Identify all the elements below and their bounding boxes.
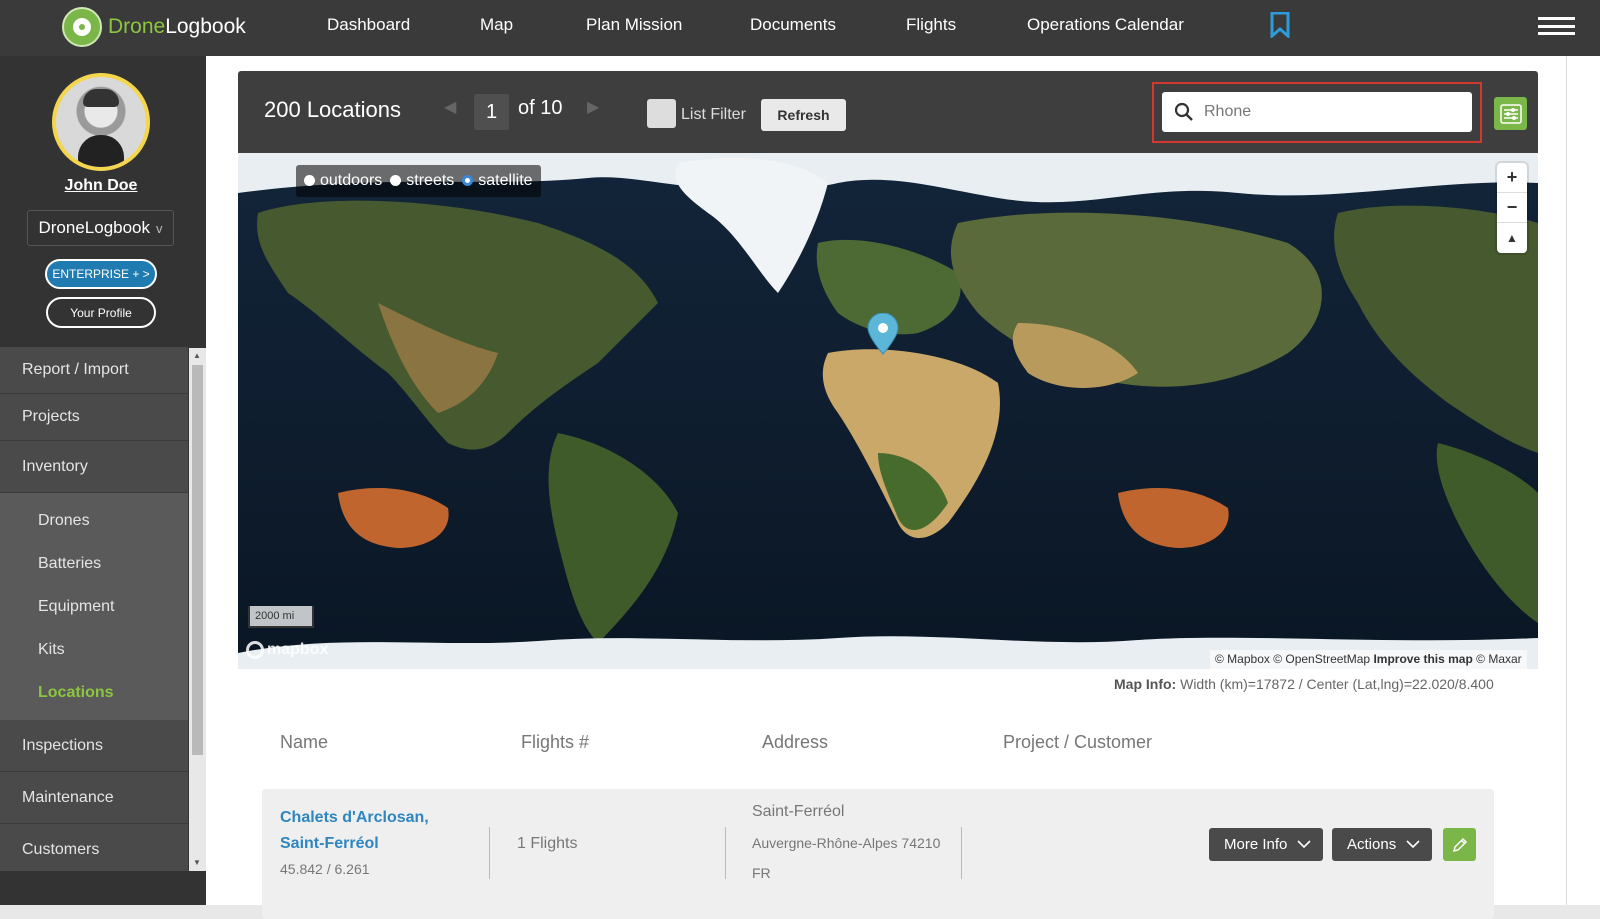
map-info-label: Map Info: (1114, 676, 1177, 692)
map-zoom-controls: + − ▲ (1497, 163, 1527, 253)
sidebar-item-report-import[interactable]: Report / Import (0, 347, 188, 394)
sidebar-item-projects[interactable]: Projects (0, 394, 188, 441)
bookmark-icon[interactable] (1270, 12, 1290, 38)
locations-count: 200 Locations (264, 97, 401, 122)
col-header-flights[interactable]: Flights # (521, 732, 589, 753)
map-style-switcher: outdoors streets satellite (296, 165, 541, 197)
style-streets-option[interactable]: streets (390, 172, 454, 190)
chevron-down-icon (1297, 840, 1311, 849)
style-outdoors-option[interactable]: outdoors (304, 172, 382, 190)
next-page-icon[interactable]: ▶ (587, 97, 599, 117)
table-row: Chalets d'Arclosan, Saint-Ferréol 45.842… (262, 789, 1494, 919)
avatar[interactable] (52, 73, 150, 171)
edit-location-button[interactable] (1443, 828, 1476, 861)
nav-operations-calendar[interactable]: Operations Calendar (1027, 0, 1184, 50)
sidebar-item-batteries[interactable]: Batteries (0, 542, 188, 585)
col-header-project-customer[interactable]: Project / Customer (1003, 732, 1152, 753)
col-header-name[interactable]: Name (280, 732, 328, 753)
enterprise-plan-button[interactable]: ENTERPRISE + > (45, 259, 157, 289)
org-selector-value: DroneLogbook (38, 218, 151, 237)
top-navbar: DroneLogbook Dashboard Map Plan Mission … (0, 0, 1600, 56)
org-selector[interactable]: DroneLogbook v (27, 210, 174, 246)
sliders-icon (1499, 103, 1522, 124)
radio-outdoors[interactable] (304, 175, 315, 187)
sidebar-item-inspections[interactable]: Inspections (0, 720, 188, 772)
address-country: FR (752, 865, 771, 881)
attribution-mapbox-osm[interactable]: © Mapbox © OpenStreetMap (1215, 652, 1370, 666)
pencil-icon (1452, 837, 1467, 852)
improve-map-link[interactable]: Improve this map (1373, 652, 1472, 666)
scroll-up-icon[interactable]: ▲ (193, 351, 201, 360)
search-field[interactable] (1162, 92, 1472, 132)
main-content: 200 Locations ◀ 1 of 10 ▶ List Filter Re… (206, 56, 1600, 919)
address-city: Saint-Ferréol (752, 803, 845, 820)
locations-toolbar: 200 Locations ◀ 1 of 10 ▶ List Filter Re… (238, 71, 1538, 153)
chevron-down-icon (1406, 840, 1420, 849)
zoom-out-button[interactable]: − (1497, 193, 1527, 223)
sidebar-item-inventory[interactable]: Inventory (0, 441, 188, 493)
sidebar-scrollbar[interactable]: ▲ ▼ (189, 348, 206, 871)
list-filter-label: List Filter (681, 106, 746, 123)
sidebar-item-kits[interactable]: Kits (0, 628, 188, 671)
page-total: of 10 (518, 97, 563, 119)
app-logo[interactable]: DroneLogbook (62, 6, 246, 48)
inventory-submenu: Drones Batteries Equipment Kits Location… (0, 493, 188, 720)
style-satellite-option[interactable]: satellite (462, 172, 533, 190)
list-filter-checkbox[interactable] (647, 99, 676, 128)
map-info-value: Width (km)=17872 / Center (Lat,lng)=22.0… (1180, 676, 1494, 692)
mapbox-logo[interactable]: mapbox (246, 641, 328, 659)
map-scale-bar: 2000 mi (248, 606, 314, 628)
mapbox-logo-icon (246, 641, 264, 659)
location-name-link[interactable]: Chalets d'Arclosan, Saint-Ferréol (280, 805, 450, 857)
sidebar-menu: Report / Import Projects Inventory Drone… (0, 347, 188, 871)
sidebar-item-equipment[interactable]: Equipment (0, 585, 188, 628)
zoom-in-button[interactable]: + (1497, 163, 1527, 193)
nav-dashboard[interactable]: Dashboard (327, 0, 410, 50)
sidebar-scroll-thumb[interactable] (192, 365, 203, 755)
address-region: Auvergne-Rhône-Alpes 74210 (752, 835, 941, 851)
actions-button[interactable]: Actions (1332, 828, 1432, 861)
filter-settings-button[interactable] (1494, 97, 1527, 130)
col-header-address[interactable]: Address (762, 732, 828, 753)
flights-count: 1 Flights (517, 835, 578, 852)
nav-plan-mission[interactable]: Plan Mission (586, 0, 682, 50)
search-icon (1174, 102, 1193, 121)
drone-logo-icon (62, 7, 102, 47)
compass-icon[interactable]: ▲ (1497, 223, 1527, 253)
sidebar-item-drones[interactable]: Drones (0, 499, 188, 542)
hamburger-icon[interactable] (1538, 17, 1575, 35)
radio-satellite[interactable] (462, 175, 474, 187)
radio-streets[interactable] (390, 175, 402, 187)
page-scrollbar-track[interactable] (1566, 56, 1600, 905)
search-input[interactable] (1204, 92, 1464, 132)
chevron-down-icon: v (156, 220, 163, 236)
sidebar: John Doe DroneLogbook v ENTERPRISE + > Y… (0, 56, 206, 905)
map-attribution: © Mapbox © OpenStreetMap Improve this ma… (1210, 650, 1527, 669)
nav-documents[interactable]: Documents (750, 0, 836, 50)
attribution-maxar[interactable]: © Maxar (1476, 652, 1522, 666)
your-profile-button[interactable]: Your Profile (46, 297, 156, 328)
location-coordinates: 45.842 / 6.261 (280, 861, 370, 877)
page-number-input[interactable]: 1 (474, 94, 509, 130)
sidebar-item-customers[interactable]: Customers (0, 824, 188, 871)
prev-page-icon[interactable]: ◀ (444, 97, 456, 117)
username-link[interactable]: John Doe (0, 177, 202, 195)
sidebar-item-locations[interactable]: Locations (0, 671, 188, 714)
satellite-world-map (238, 153, 1538, 669)
scroll-down-icon[interactable]: ▼ (193, 858, 201, 867)
more-info-button[interactable]: More Info (1209, 828, 1323, 861)
refresh-button[interactable]: Refresh (761, 99, 846, 131)
sidebar-item-maintenance[interactable]: Maintenance (0, 772, 188, 824)
map-info: Map Info: Width (km)=17872 / Center (Lat… (1114, 676, 1494, 692)
nav-map[interactable]: Map (480, 0, 513, 50)
column-divider (961, 827, 962, 879)
location-pin-icon[interactable] (866, 313, 900, 355)
locations-map[interactable]: outdoors streets satellite + − ▲ 2000 mi… (238, 153, 1538, 669)
nav-flights[interactable]: Flights (906, 0, 956, 50)
column-divider (725, 827, 726, 879)
app-logo-text: DroneLogbook (108, 15, 246, 38)
column-divider (489, 827, 490, 879)
